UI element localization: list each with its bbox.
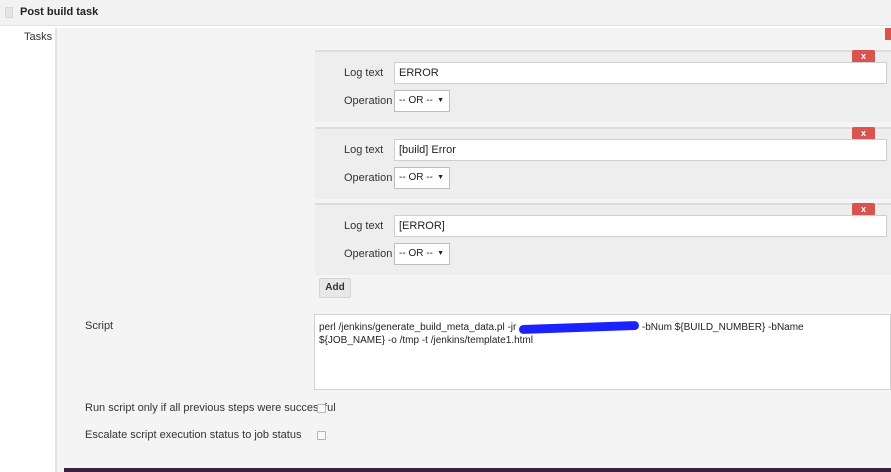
section-title: Post build task (20, 6, 99, 18)
log-text-input[interactable]: [ERROR] (394, 215, 887, 237)
task-block-2: x Log text [build] Error Operation -- OR… (315, 127, 891, 199)
operation-select[interactable]: -- OR -- ▼ (394, 167, 450, 189)
add-task-button[interactable]: Add (319, 278, 351, 298)
task-block-3: x Log text [ERROR] Operation -- OR -- ▼ (315, 203, 891, 275)
operation-select[interactable]: -- OR -- ▼ (394, 243, 450, 265)
tasks-label: Tasks (24, 31, 53, 43)
escalate-status-label: Escalate script execution status to job … (85, 429, 302, 441)
redaction-mark (519, 320, 640, 334)
operation-select-value: -- OR -- (399, 172, 433, 183)
script-textarea[interactable]: perl /jenkins/generate_build_meta_data.p… (314, 314, 891, 390)
operation-label: Operation (344, 248, 393, 260)
script-line-1-end: -bNum ${BUILD_NUMBER} -bName (639, 322, 804, 333)
run-only-if-success-label: Run script only if all previous steps we… (85, 402, 336, 414)
operation-select-value: -- OR -- (399, 95, 433, 106)
operation-select[interactable]: -- OR -- ▼ (394, 90, 450, 112)
task-block-1: x Log text ERROR Operation -- OR -- ▼ (315, 50, 891, 122)
operation-select-value: -- OR -- (399, 248, 433, 259)
script-line-1-start: perl /jenkins/generate_build_meta_data.p… (319, 322, 520, 333)
caret-down-icon: ▼ (437, 250, 444, 257)
escalate-status-checkbox[interactable] (317, 431, 326, 440)
log-text-input[interactable]: ERROR (394, 62, 887, 84)
operation-label: Operation (344, 95, 393, 107)
bottom-bar (64, 468, 891, 472)
script-line-2: ${JOB_NAME} -o /tmp -t /jenkins/template… (319, 335, 533, 346)
section-header: Post build task (0, 0, 891, 26)
operation-label: Operation (344, 172, 393, 184)
log-text-label: Log text (344, 220, 384, 232)
delete-section-button[interactable] (885, 28, 891, 40)
drag-handle-icon[interactable] (5, 7, 13, 18)
script-label: Script (85, 320, 114, 332)
caret-down-icon: ▼ (437, 174, 444, 181)
caret-down-icon: ▼ (437, 97, 444, 104)
run-only-if-success-checkbox[interactable] (317, 404, 326, 413)
log-text-label: Log text (344, 144, 384, 156)
log-text-input[interactable]: [build] Error (394, 139, 887, 161)
log-text-label: Log text (344, 67, 384, 79)
